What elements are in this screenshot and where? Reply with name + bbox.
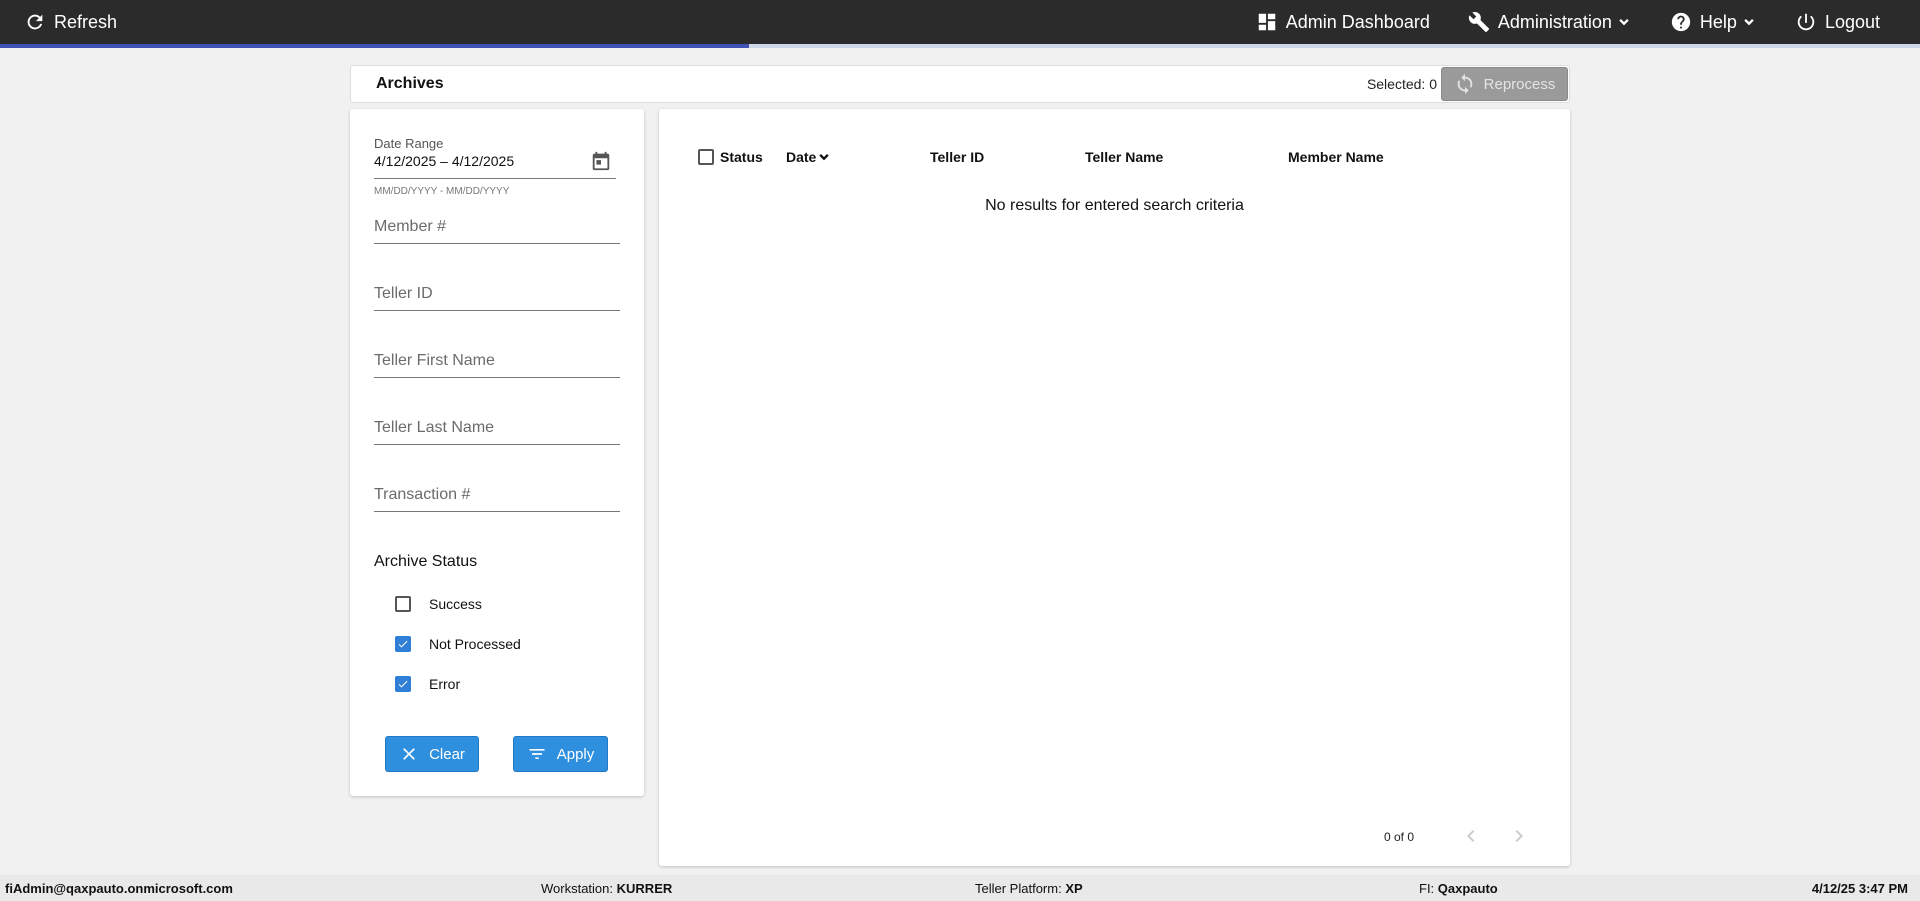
workstation-value: KURRER [616, 881, 673, 896]
fi-value: Qaxpauto [1437, 881, 1498, 896]
refresh-button[interactable]: Refresh [24, 0, 117, 44]
platform-value: XP [1065, 881, 1083, 896]
admin-dashboard-label: Admin Dashboard [1285, 11, 1430, 32]
help-icon [1671, 12, 1691, 32]
loading-progress-bar [0, 44, 1920, 48]
column-label: Status [720, 149, 763, 165]
status-user: fiAdmin@qaxpauto.onmicrosoft.com [5, 881, 233, 896]
status-fi: FI: Qaxpauto [1419, 881, 1498, 896]
status-platform: Teller Platform: XP [975, 881, 1083, 896]
transaction-number-field [374, 484, 620, 512]
next-page-icon[interactable] [1507, 824, 1531, 848]
checkbox[interactable] [395, 596, 411, 612]
status-checkbox-success[interactable]: Success [395, 596, 482, 612]
loading-progress-fill [0, 44, 749, 48]
close-icon [403, 748, 415, 760]
logout-button[interactable]: Logout [1795, 0, 1880, 44]
date-range-hint: MM/DD/YYYY - MM/DD/YYYY [374, 186, 510, 197]
checkbox-label: Success [429, 596, 482, 612]
selected-count: Selected: 0 [1366, 76, 1437, 92]
top-nav: Admin Dashboard Administration Help Logo… [1256, 0, 1920, 44]
sync-icon [1457, 73, 1472, 95]
teller-id-field [374, 283, 620, 311]
dashboard-icon [1258, 13, 1276, 31]
teller-last-name-input[interactable] [374, 417, 620, 437]
fi-label: FI: [1419, 881, 1435, 896]
clear-label: Clear [429, 745, 465, 763]
empty-results-message: No results for entered search criteria [985, 197, 1244, 214]
date-range-label: Date Range [374, 136, 444, 151]
status-checkbox-error[interactable]: Error [395, 676, 460, 692]
clear-button[interactable]: Clear [385, 736, 479, 772]
page-title: Archives [376, 75, 444, 92]
filter-icon [529, 749, 545, 759]
refresh-icon [27, 14, 43, 30]
reprocess-button[interactable]: Reprocess [1441, 67, 1568, 101]
checkbox-label: Not Processed [429, 636, 521, 652]
column-label: Date [786, 149, 817, 165]
member-number-field [374, 216, 620, 244]
checkbox[interactable] [395, 676, 411, 692]
date-range-input[interactable]: 4/12/2025 – 4/12/2025 [374, 153, 514, 169]
previous-page-icon[interactable] [1459, 824, 1483, 848]
teller-first-name-input[interactable] [374, 350, 620, 370]
member-number-input[interactable] [374, 216, 620, 236]
column-header-teller-name[interactable]: Teller Name [1085, 149, 1163, 165]
archive-status-title: Archive Status [374, 553, 478, 570]
column-header-teller-id[interactable]: Teller ID [930, 149, 984, 165]
results-panel: Status Date Teller ID Teller Name Member… [659, 109, 1570, 866]
status-workstation: Workstation: KURRER [541, 881, 672, 896]
column-label: Member Name [1288, 149, 1384, 165]
transaction-number-input[interactable] [374, 484, 620, 504]
teller-last-name-field [374, 417, 620, 445]
check-icon [398, 680, 408, 688]
column-label: Teller Name [1085, 149, 1164, 165]
status-checkbox-not-processed[interactable]: Not Processed [395, 636, 521, 652]
sort-descending-icon[interactable] [816, 149, 832, 165]
status-datetime: 4/12/25 3:47 PM [1811, 881, 1908, 896]
help-menu[interactable]: Help [1670, 0, 1757, 44]
filter-panel: Date Range 4/12/2025 – 4/12/2025 MM/DD/Y… [350, 109, 644, 796]
select-all-checkbox[interactable] [698, 149, 714, 165]
chevron-down-icon [1744, 19, 1754, 26]
administration-label: Administration [1497, 11, 1612, 32]
power-icon [1797, 13, 1815, 31]
archives-header: Archives Selected: 0 Reprocess [350, 65, 1570, 103]
column-header-member-name[interactable]: Member Name [1288, 149, 1384, 165]
check-icon [398, 640, 408, 648]
chevron-down-icon [1619, 19, 1629, 26]
wrench-icon [1468, 12, 1489, 33]
help-label: Help [1699, 11, 1737, 32]
column-label: Teller ID [930, 149, 985, 165]
reprocess-label: Reprocess [1483, 75, 1556, 93]
column-header-date[interactable]: Date [786, 149, 832, 165]
workstation-label: Workstation: [541, 881, 614, 896]
apply-button[interactable]: Apply [513, 736, 608, 772]
date-range-underline [374, 178, 616, 179]
logout-label: Logout [1824, 11, 1880, 32]
pagination-range: 0 of 0 [1384, 830, 1415, 844]
top-bar: Refresh Admin Dashboard Administration H… [0, 0, 1920, 44]
calendar-icon[interactable] [590, 150, 612, 172]
refresh-label: Refresh [54, 11, 118, 32]
checkbox[interactable] [395, 636, 411, 652]
platform-label: Teller Platform: [975, 881, 1062, 896]
checkbox-label: Error [429, 676, 461, 692]
teller-first-name-field [374, 350, 620, 378]
column-header-status[interactable]: Status [698, 149, 763, 165]
status-bar: fiAdmin@qaxpauto.onmicrosoft.com Worksta… [0, 875, 1920, 901]
administration-menu[interactable]: Administration [1468, 0, 1632, 44]
admin-dashboard-link[interactable]: Admin Dashboard [1256, 0, 1430, 44]
apply-label: Apply [556, 745, 595, 763]
teller-id-input[interactable] [374, 283, 620, 303]
